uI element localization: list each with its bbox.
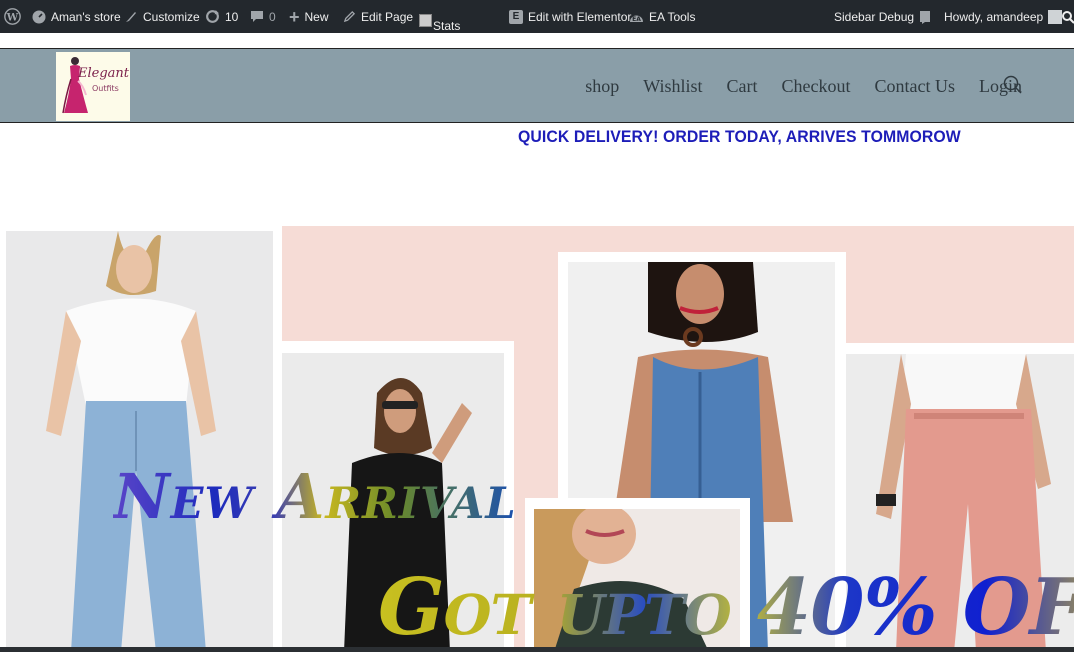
search-icon — [1061, 10, 1074, 24]
admin-bar: W Aman's store Customize 10 0 + New Edit… — [0, 0, 1074, 33]
updates-count: 10 — [225, 9, 239, 24]
edit-page-label: Edit Page — [361, 9, 414, 24]
broken-image-icon — [419, 14, 432, 27]
svg-text:EA: EA — [632, 16, 641, 23]
updates-icon — [205, 9, 220, 24]
bottom-scroll-strip — [0, 647, 1074, 652]
header-search-button[interactable] — [1002, 74, 1024, 96]
new-label: New — [304, 9, 329, 24]
dress-figure-icon — [62, 57, 88, 114]
site-header: Elegant Outfits shop Wishlist Cart Check… — [0, 48, 1074, 123]
debug-bar-icon-button[interactable] — [918, 0, 932, 33]
logo-text-elegant: Elegant — [78, 66, 130, 81]
new-content-link[interactable]: + New — [289, 0, 329, 33]
comments-link[interactable]: 0 — [250, 0, 276, 33]
svg-text:W: W — [6, 11, 19, 23]
wordpress-icon: W — [4, 8, 21, 25]
pencil-icon — [343, 10, 356, 23]
comments-count: 0 — [269, 9, 276, 24]
stats-alt-text: Stats — [433, 19, 461, 33]
edit-with-elementor-link[interactable]: E Edit with Elementor — [509, 0, 631, 33]
updates-link[interactable]: 10 — [205, 0, 238, 33]
edit-elementor-label: Edit with Elementor — [528, 9, 632, 24]
logo-text-outfits: Outfits — [92, 84, 119, 93]
nav-wishlist[interactable]: Wishlist — [643, 76, 702, 97]
customize-label: Customize — [143, 9, 200, 24]
howdy-label: Howdy, amandeep — [944, 9, 1044, 24]
site-name-link[interactable]: Aman's store — [32, 0, 121, 33]
sidebar-debug-link[interactable]: Sidebar Debug — [834, 0, 914, 33]
wordpress-logo-button[interactable]: W — [4, 0, 21, 33]
comment-icon — [250, 10, 264, 24]
hero-headline-discount: Got upto 40% OFF — [378, 562, 1074, 652]
header-spacer — [0, 33, 1074, 48]
search-icon — [1003, 75, 1022, 94]
elementor-icon: E — [509, 9, 523, 24]
nav-cart[interactable]: Cart — [727, 76, 758, 97]
nav-shop[interactable]: shop — [585, 76, 619, 97]
dashboard-icon — [32, 10, 46, 24]
plus-icon: + — [289, 6, 300, 27]
sidebar-debug-label: Sidebar Debug — [834, 9, 915, 24]
site-name-label: Aman's store — [51, 9, 121, 24]
ea-tools-icon: EA — [629, 10, 644, 24]
brush-icon — [124, 10, 138, 24]
ea-tools-label: EA Tools — [649, 9, 696, 24]
nav-contact-us[interactable]: Contact Us — [875, 76, 956, 97]
stats-link[interactable]: Stats — [419, 0, 460, 33]
customize-link[interactable]: Customize — [124, 0, 200, 33]
debug-bar-icon — [918, 10, 932, 24]
admin-search-button[interactable] — [1061, 0, 1074, 33]
nav-checkout[interactable]: Checkout — [782, 76, 851, 97]
edit-page-link[interactable]: Edit Page — [343, 0, 413, 33]
hero-banner[interactable]: New Arrival Got upto 40% OFF — [0, 226, 1074, 652]
ea-tools-link[interactable]: EA EA Tools — [629, 0, 695, 33]
hero-headline-new-arrival: New Arrival — [113, 460, 517, 533]
model-photo-white-tee — [6, 231, 273, 652]
site-logo[interactable]: Elegant Outfits — [56, 52, 130, 121]
main-navigation: shop Wishlist Cart Checkout Contact Us L… — [585, 49, 1022, 124]
user-account-menu[interactable]: Howdy, amandeep — [944, 0, 1063, 33]
announcement-banner: QUICK DELIVERY! ORDER TODAY, ARRIVES TOM… — [518, 127, 961, 146]
